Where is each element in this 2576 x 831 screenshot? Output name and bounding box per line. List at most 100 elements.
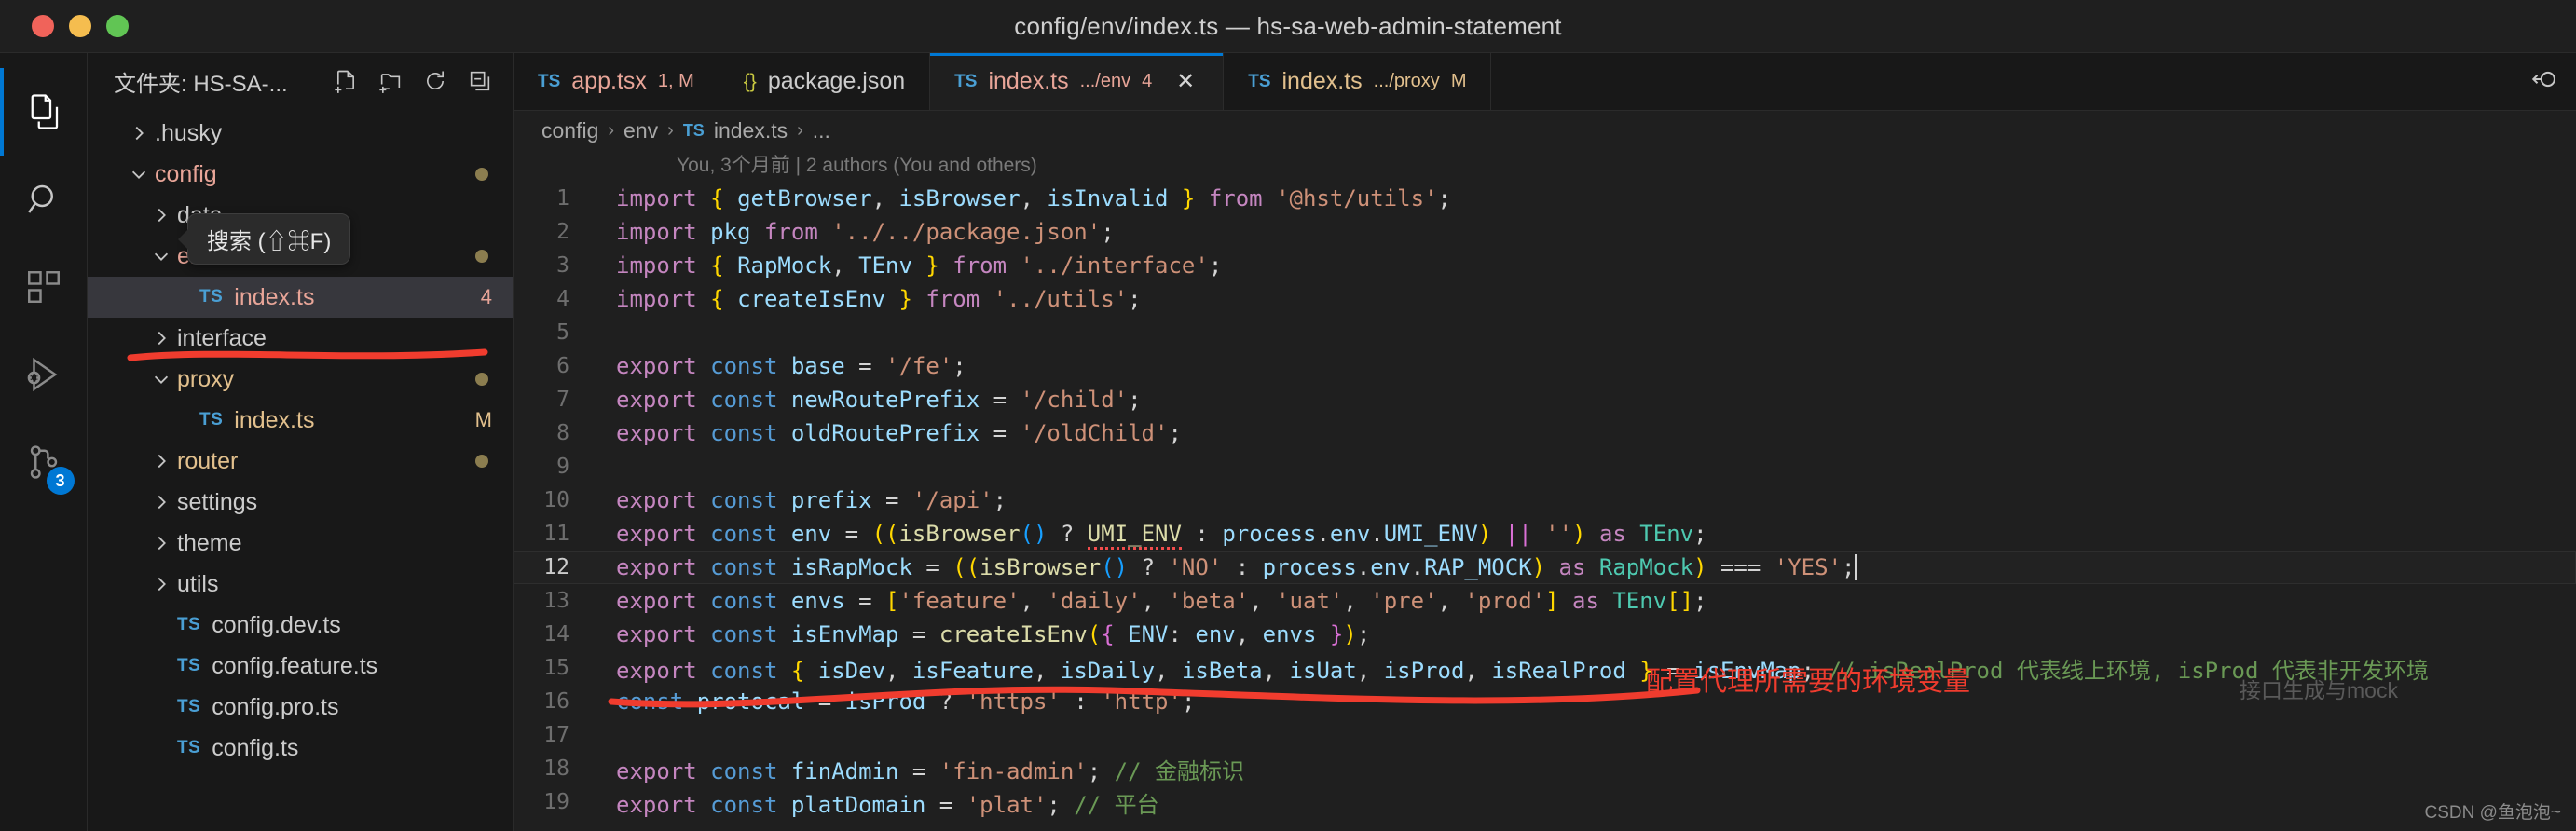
code-token: , xyxy=(831,252,859,279)
code-token: = xyxy=(898,757,939,784)
tab-label: index.ts xyxy=(1281,68,1363,94)
window-controls[interactable] xyxy=(0,15,129,37)
breadcrumb-item[interactable]: index.ts xyxy=(714,118,788,143)
files-icon xyxy=(24,92,63,131)
code-token: newRoutePrefix xyxy=(790,387,980,413)
code-line-2[interactable]: 2 import pkg from '../../package.json'; xyxy=(514,215,2576,249)
tree-folder-interface[interactable]: interface xyxy=(88,318,513,359)
code-line-4[interactable]: 4 import { createIsEnv } from '../utils'; xyxy=(514,282,2576,316)
code-line-9[interactable]: 9 xyxy=(514,450,2576,484)
code-token: = xyxy=(980,420,1021,446)
tree-folder-theme[interactable]: theme xyxy=(88,523,513,564)
code-token: 'NO' xyxy=(1168,554,1223,580)
editor-actions[interactable] xyxy=(2529,53,2576,110)
code-line-10[interactable]: 10 export const prefix = '/api'; xyxy=(514,484,2576,517)
code-token: createIsEnv xyxy=(737,286,886,312)
code-token: export xyxy=(616,353,711,379)
tree-file-index.ts[interactable]: TS index.ts M xyxy=(88,400,513,441)
line-number: 11 xyxy=(543,522,569,546)
breadcrumb-item[interactable]: ... xyxy=(813,118,830,143)
code-token: isBeta xyxy=(1181,657,1263,684)
code-line-5[interactable]: 5 xyxy=(514,316,2576,349)
code-token: } xyxy=(1639,657,1653,684)
code-token: isProd xyxy=(844,688,926,715)
code-line-14[interactable]: 14 export const isEnvMap = createIsEnv({ … xyxy=(514,618,2576,651)
ts-file-icon: TS xyxy=(1248,71,1271,91)
tree-folder-config[interactable]: config xyxy=(88,154,513,195)
tree-folder-husky[interactable]: .husky xyxy=(88,113,513,154)
minimize-window-button[interactable] xyxy=(69,15,91,37)
code-token: . xyxy=(1370,521,1384,547)
code-token: ; xyxy=(1101,219,1115,245)
watermark: CSDN @鱼泡泡~ xyxy=(2424,803,2562,823)
breadcrumb-item[interactable]: env xyxy=(623,118,658,143)
activity-item-run-and-debug[interactable] xyxy=(0,331,88,418)
chevron-down-icon xyxy=(145,246,177,266)
editor-tab-index-ts-proxy[interactable]: TS index.ts .../proxy M xyxy=(1224,53,1492,110)
code-token: } xyxy=(1181,185,1196,211)
tree-file-config.dev.ts[interactable]: TS config.dev.ts xyxy=(88,605,513,646)
code-token: isFeature xyxy=(911,657,1034,684)
code-line-7[interactable]: 7 export const newRoutePrefix = '/child'; xyxy=(514,383,2576,416)
tree-item-label: proxy xyxy=(177,365,235,392)
tree-file-config.ts[interactable]: TS config.ts xyxy=(88,728,513,769)
activity-bar[interactable]: 3 xyxy=(0,53,88,831)
activity-item-source-control[interactable]: 3 xyxy=(0,418,88,506)
code-line-17[interactable]: 17 xyxy=(514,718,2576,752)
editor-tab-package-json[interactable]: {} package.json xyxy=(719,53,931,110)
collapse-all-icon[interactable] xyxy=(464,65,496,97)
editor-tab-bar[interactable]: TS app.tsx 1, M {} package.json TS index.ts...… xyxy=(514,53,2576,111)
activity-item-search[interactable] xyxy=(0,156,88,243)
code-line-11[interactable]: 11 export const env = ((isBrowser() ? UMI… xyxy=(514,517,2576,551)
close-window-button[interactable] xyxy=(32,15,54,37)
chevron-right-icon xyxy=(145,574,177,594)
code-line-19[interactable]: 19 export const platDomain = 'plat'; // 平… xyxy=(514,785,2576,819)
editor-tab-index-ts-env[interactable]: TS index.ts .../env 4 ✕ xyxy=(930,53,1225,110)
code-line-13[interactable]: 13 export const envs = ['feature', 'daily… xyxy=(514,584,2576,618)
code-line-18[interactable]: 18 export const finAdmin = 'fin-admin'; /… xyxy=(514,752,2576,785)
title-bar: config/env/index.ts — hs-sa-web-admin-st… xyxy=(0,0,2576,53)
code-line-1[interactable]: 1 import { getBrowser, isBrowser, isInval… xyxy=(514,182,2576,215)
tree-folder-router[interactable]: router xyxy=(88,441,513,482)
tree-folder-utils[interactable]: utils xyxy=(88,564,513,605)
code-line-6[interactable]: 6 export const base = '/fe'; xyxy=(514,349,2576,383)
breadcrumb-separator: › xyxy=(608,119,615,141)
new-folder-icon[interactable] xyxy=(375,65,406,97)
code-token: isEnvMap xyxy=(790,621,899,647)
tree-file-index.ts[interactable]: TS index.ts 4 xyxy=(88,277,513,318)
code-token: = xyxy=(804,688,845,715)
tree-folder-settings[interactable]: settings xyxy=(88,482,513,523)
code-line-12[interactable]: 12 export const isRapMock = ((isBrowser()… xyxy=(514,551,2576,584)
code-token: , xyxy=(1033,657,1061,684)
code-token: as xyxy=(1545,554,1599,580)
code-token: isBrowser xyxy=(898,521,1021,547)
new-file-icon[interactable] xyxy=(330,65,362,97)
close-icon[interactable]: ✕ xyxy=(1172,68,1199,95)
activity-item-explorer[interactable] xyxy=(0,68,88,156)
code-line-text: export const { isDev, isFeature, isDaily… xyxy=(599,652,2429,685)
tree-file-config.pro.ts[interactable]: TS config.pro.ts xyxy=(88,687,513,728)
breadcrumb[interactable]: config › env › TS index.ts ›... xyxy=(514,111,2576,150)
ts-file-icon: TS xyxy=(954,71,978,91)
split-editor-icon[interactable] xyxy=(2529,63,2561,100)
editor-tab-app-tsx[interactable]: TS app.tsx 1, M xyxy=(514,53,719,110)
code-token: 'uat' xyxy=(1276,588,1344,614)
search-icon xyxy=(24,180,63,219)
ts-file-icon: TS xyxy=(177,656,201,675)
tree-file-config.feature.ts[interactable]: TS config.feature.ts xyxy=(88,646,513,687)
tab-label: app.tsx xyxy=(571,68,647,94)
refresh-icon[interactable] xyxy=(419,65,451,97)
tree-folder-proxy[interactable]: proxy xyxy=(88,359,513,400)
breadcrumb-item[interactable]: config xyxy=(541,118,598,143)
code-line-8[interactable]: 8 export const oldRoutePrefix = '/oldChil… xyxy=(514,416,2576,450)
code-line-3[interactable]: 3 import { RapMock, TEnv } from '../inter… xyxy=(514,249,2576,282)
code-editor[interactable]: 1 import { getBrowser, isBrowser, isInval… xyxy=(514,182,2576,831)
code-token: TEnv xyxy=(1639,521,1694,547)
activity-item-extensions[interactable] xyxy=(0,243,88,331)
zoom-window-button[interactable] xyxy=(106,15,129,37)
code-token: () xyxy=(1020,521,1048,547)
chevron-right-icon xyxy=(145,328,177,348)
